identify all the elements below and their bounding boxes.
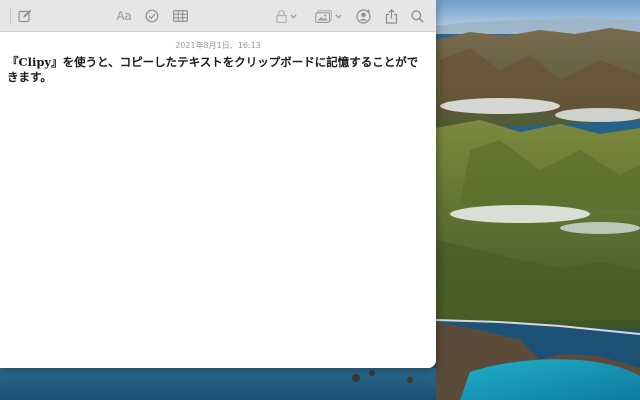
lock-button[interactable] bbox=[274, 6, 298, 26]
toolbar: Aa bbox=[0, 0, 436, 32]
chevron-down-icon bbox=[289, 13, 297, 19]
share-button[interactable] bbox=[382, 6, 400, 26]
collaborate-icon bbox=[355, 8, 371, 24]
notes-window: Aa 2021年8月1日、16:13 『Clipy』を使うと、コピーしたテキスト… bbox=[0, 0, 436, 368]
compose-icon bbox=[18, 9, 32, 23]
compose-button[interactable] bbox=[16, 6, 34, 26]
table-icon bbox=[172, 10, 188, 22]
note-text[interactable]: 『Clipy』を使うと、コピーしたテキストをクリップボードに記憶することができま… bbox=[7, 55, 425, 85]
media-icon bbox=[314, 9, 332, 23]
search-button[interactable] bbox=[408, 6, 426, 26]
format-text-icon: Aa bbox=[116, 9, 132, 23]
checklist-icon bbox=[145, 9, 159, 23]
note-editor[interactable]: 2021年8月1日、16:13 『Clipy』を使うと、コピーしたテキストをクリ… bbox=[0, 33, 436, 368]
search-icon bbox=[410, 9, 424, 23]
note-date: 2021年8月1日、16:13 bbox=[175, 41, 261, 50]
checklist-button[interactable] bbox=[143, 6, 161, 26]
table-button[interactable] bbox=[171, 6, 189, 26]
toolbar-separator bbox=[10, 8, 11, 24]
chevron-down-icon bbox=[334, 13, 342, 19]
collaborate-button[interactable] bbox=[354, 6, 372, 26]
lock-icon bbox=[275, 9, 287, 23]
media-button[interactable] bbox=[313, 6, 343, 26]
share-icon bbox=[385, 8, 398, 24]
format-button[interactable]: Aa bbox=[114, 6, 134, 26]
